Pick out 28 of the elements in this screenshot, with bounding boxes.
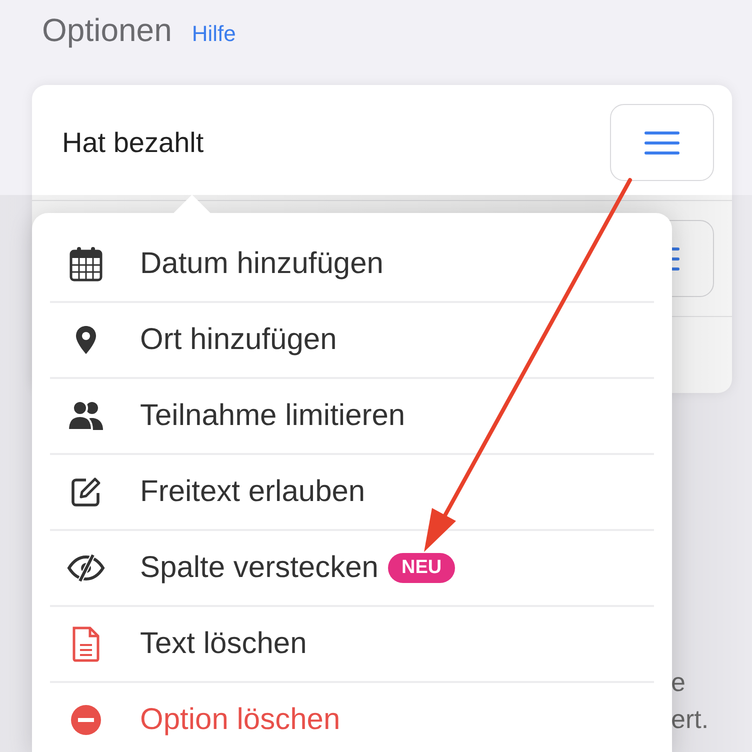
menu-item-label: Spalte verstecken — [140, 551, 378, 585]
menu-item-label: Teilnahme limitieren — [140, 399, 406, 433]
document-icon — [71, 626, 101, 662]
menu-item[interactable]: Text löschen — [50, 607, 654, 683]
hidden-eye-icon — [67, 554, 105, 582]
menu-item[interactable]: Datum hinzufügen — [50, 227, 654, 303]
option-label: Hat bezahlt — [62, 126, 204, 158]
menu-item-label: Freitext erlauben — [140, 475, 366, 509]
location-pin-icon — [75, 325, 97, 355]
note-text: ert. — [671, 703, 709, 736]
help-link[interactable]: Hilfe — [192, 21, 236, 47]
note-text: e — [671, 666, 686, 699]
menu-icon — [644, 130, 680, 156]
new-badge: NEU — [388, 553, 455, 583]
menu-item-label: Ort hinzufügen — [140, 323, 337, 357]
users-icon — [67, 400, 105, 432]
menu-item[interactable]: Spalte verstecken NEU — [50, 531, 654, 607]
menu-item-label: Option löschen — [140, 703, 340, 737]
remove-icon — [70, 704, 102, 736]
menu-item-label: Text löschen — [140, 627, 307, 661]
calendar-icon — [69, 246, 103, 282]
menu-item[interactable]: Teilnahme limitieren — [50, 379, 654, 455]
menu-item-label: Datum hinzufügen — [140, 247, 384, 281]
edit-icon — [70, 476, 102, 508]
menu-button[interactable] — [610, 104, 714, 181]
menu-item[interactable]: Ort hinzufügen — [50, 303, 654, 379]
section-title: Optionen — [42, 12, 172, 49]
menu-item[interactable]: Option löschen — [50, 683, 654, 752]
